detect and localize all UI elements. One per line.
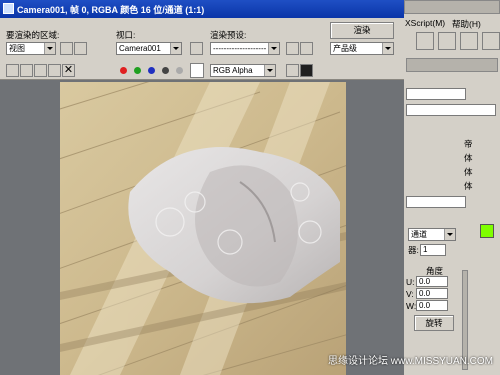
tab-label-3[interactable]: 体 <box>464 166 473 178</box>
tab-label-2[interactable]: 体 <box>464 152 473 164</box>
area-dropdown[interactable]: 视图 <box>6 42 56 55</box>
menu-help[interactable]: 帮助(H) <box>452 18 481 30</box>
max-command-panel: XScript(M) 帮助(H) 帝 体 体 体 通道 器: 1 角度 U: 0… <box>404 0 500 375</box>
spinner-field[interactable]: 1 <box>420 244 446 256</box>
chevron-down-icon <box>44 43 55 54</box>
color-swatch[interactable] <box>190 63 204 78</box>
render-button[interactable]: 渲染 <box>330 22 394 39</box>
u-label: U: <box>406 277 415 287</box>
chevron-down-icon <box>382 43 393 54</box>
chevron-down-icon <box>264 65 275 76</box>
green-channel-icon[interactable] <box>134 67 141 74</box>
u-field[interactable]: 0.0 <box>416 276 448 287</box>
display-toggle-icon[interactable] <box>286 64 299 77</box>
w-label: W: <box>406 301 417 311</box>
blue-channel-icon[interactable] <box>148 67 155 74</box>
area-label: 要渲染的区域: <box>6 30 60 40</box>
print-icon[interactable] <box>48 64 61 77</box>
tab-label-1[interactable]: 帝 <box>464 138 473 150</box>
rollout-header[interactable] <box>406 58 498 72</box>
channel-display-dropdown[interactable]: RGB Alpha <box>210 64 276 77</box>
clear-icon[interactable]: ✕ <box>62 64 75 77</box>
mono-channel-icon[interactable] <box>176 67 183 74</box>
alpha-channel-icon[interactable] <box>162 67 169 74</box>
menu-maxscript[interactable]: XScript(M) <box>405 18 445 28</box>
bind-space-warp-icon[interactable] <box>460 32 478 50</box>
name-field[interactable] <box>406 88 466 100</box>
w-field[interactable]: 0.0 <box>416 300 448 311</box>
render-setup-icon[interactable] <box>286 42 299 55</box>
viewport-label: 视口: <box>116 30 136 40</box>
rendered-image <box>60 82 346 375</box>
rotate-button[interactable]: 旋转 <box>414 315 454 331</box>
chevron-down-icon <box>444 229 455 240</box>
window-title: Camera001, 帧 0, RGBA 颜色 16 位/通道 (1:1) <box>17 5 205 15</box>
v-label: V: <box>406 289 414 299</box>
render-mode-dropdown[interactable]: 产品级 <box>330 42 394 55</box>
auto-region-icon[interactable] <box>74 42 87 55</box>
environment-icon[interactable] <box>300 42 313 55</box>
copy-icon[interactable] <box>20 64 33 77</box>
chevron-down-icon <box>170 43 181 54</box>
tab-label-4[interactable]: 体 <box>464 180 473 192</box>
channel-combo[interactable]: 通道 <box>408 228 456 241</box>
save-icon[interactable] <box>6 64 19 77</box>
preset-label: 渲染预设: <box>210 30 247 40</box>
site-watermark: 思缘设计论坛 www.MISSYUAN.COM <box>328 356 494 367</box>
background-toggle-icon[interactable] <box>300 64 313 77</box>
property-field[interactable] <box>406 196 466 208</box>
select-link-icon[interactable] <box>416 32 434 50</box>
modifier-list[interactable] <box>406 104 496 116</box>
filter-icon[interactable] <box>482 32 500 50</box>
v-field[interactable]: 0.0 <box>416 288 448 299</box>
render-scene <box>60 82 346 375</box>
top-toolbar <box>404 0 500 14</box>
viewport-dropdown[interactable]: Camera001 <box>116 42 182 55</box>
red-channel-icon[interactable] <box>120 67 127 74</box>
clone-icon[interactable] <box>34 64 47 77</box>
render-window-titlebar: Camera001, 帧 0, RGBA 颜色 16 位/通道 (1:1) <box>0 0 404 18</box>
accent-swatch[interactable] <box>480 224 494 238</box>
spinner-label: 器: <box>408 245 419 255</box>
unlink-icon[interactable] <box>438 32 456 50</box>
render-controls-panel: 要渲染的区域: 视图 视口: Camera001 渲染预设: ---------… <box>0 18 404 80</box>
region-edit-icon[interactable] <box>60 42 73 55</box>
lock-icon[interactable] <box>190 42 203 55</box>
preset-dropdown[interactable]: -------------------- <box>210 42 280 55</box>
window-icon <box>3 3 14 14</box>
chevron-down-icon <box>268 43 279 54</box>
